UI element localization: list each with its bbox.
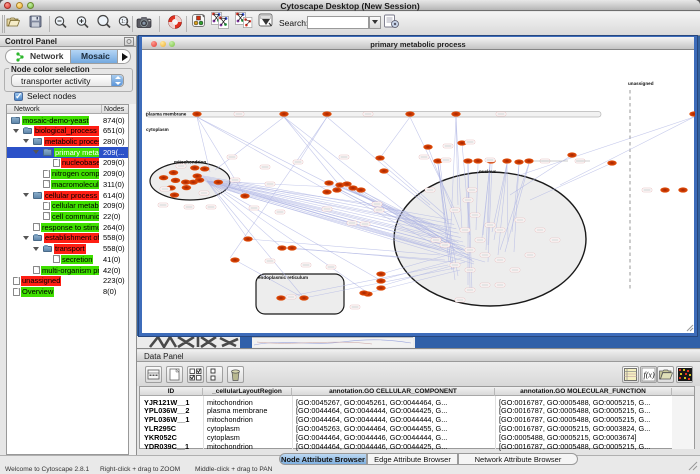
svg-text:cytoplasm: cytoplasm [146, 127, 169, 132]
svg-text:unassigned: unassigned [628, 81, 654, 86]
svg-text:f(x): f(x) [644, 371, 655, 380]
svg-text:plasma membrane: plasma membrane [146, 111, 187, 116]
svg-text:mitochondrion: mitochondrion [174, 159, 206, 164]
svg-text:nucleus: nucleus [479, 169, 497, 174]
svg-text:endoplasmic reticulum: endoplasmic reticulum [258, 275, 308, 280]
svg-text:1:1: 1:1 [121, 19, 128, 25]
